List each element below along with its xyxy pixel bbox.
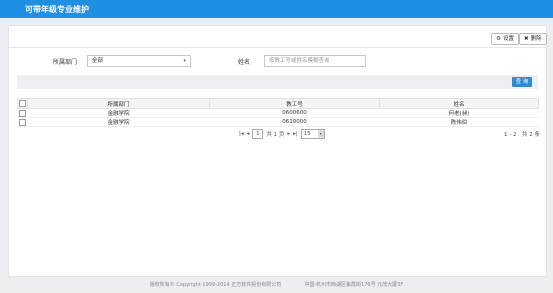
query-button[interactable]: 查 询 (512, 77, 532, 87)
dept-select-value: 全部 (92, 58, 104, 64)
settings-button-label: 设置 (502, 36, 514, 42)
record-summary: 1 - 2 共 2 条 (504, 132, 540, 138)
gear-icon: ⚙ (496, 36, 501, 42)
table-header-row: 所属部门 教工号 姓名 (17, 98, 539, 109)
prev-page-icon[interactable]: ◂ (247, 131, 250, 137)
page-number-input[interactable]: 1 (252, 129, 264, 139)
main-panel: ⚙ 设置 ✖ 删除 所属部门 全部 ▾ 姓名 按教工号或姓名模糊查询 查 询 所… (8, 25, 547, 277)
footer-address: 中国·杭州市西湖区紫霞街176号 元茂大厦3F (304, 282, 404, 288)
top-bar: 可带年级专业维护 (0, 0, 553, 18)
footer-copyright: 版权所有© Copyright 1999-2014 正方软件股份有限公司 (149, 282, 282, 288)
page-size-value: 15 (303, 131, 311, 137)
delete-button-label: 删除 (530, 36, 542, 42)
chevron-down-icon: ▾ (317, 130, 324, 138)
delete-button[interactable]: ✖ 删除 (519, 33, 547, 45)
close-icon: ✖ (524, 36, 529, 42)
footer: 版权所有© Copyright 1999-2014 正方软件股份有限公司 中国·… (0, 281, 553, 288)
teacher-table: 所属部门 教工号 姓名 金融学院 0600600 何老(昶) 金融学院 0610… (17, 98, 539, 127)
row-checkbox[interactable] (19, 118, 26, 126)
next-page-icon[interactable]: ▸ (287, 131, 290, 137)
cell-name: 何老(昶) (379, 108, 539, 118)
column-header[interactable]: 教工号 (209, 98, 380, 109)
column-header[interactable]: 所属部门 (27, 98, 210, 109)
cell-name: 陈伟伯 (379, 117, 539, 127)
page-size-select[interactable]: 15 ▾ (300, 129, 325, 139)
page-title: 可带年级专业维护 (25, 5, 89, 14)
settings-button[interactable]: ⚙ 设置 (491, 33, 519, 45)
column-header[interactable]: 姓名 (379, 98, 539, 109)
total-pages-text: 共 1 页 (266, 132, 285, 138)
cell-id: 0610000 (209, 117, 380, 127)
cell-id: 0600600 (209, 108, 380, 118)
name-label: 姓名 (238, 59, 251, 66)
name-search-input[interactable]: 按教工号或姓名模糊查询 (264, 55, 366, 67)
table-row[interactable]: 金融学院 0610000 陈伟伯 (17, 117, 539, 127)
query-bar: 查 询 (17, 75, 538, 89)
dept-select[interactable]: 全部 ▾ (87, 55, 191, 67)
pagination: |◂ ◂ 1 共 1 页 ▸ ▸| 15 ▾ (239, 129, 325, 139)
first-page-icon[interactable]: |◂ (239, 131, 244, 137)
dept-label: 所属部门 (53, 59, 78, 66)
table-row[interactable]: 金融学院 0600600 何老(昶) (17, 108, 539, 118)
chevron-down-icon: ▾ (183, 58, 186, 64)
select-all-checkbox[interactable] (19, 100, 26, 107)
row-checkbox[interactable] (19, 109, 26, 117)
name-search-placeholder: 按教工号或姓名模糊查询 (269, 58, 330, 64)
select-all-cell[interactable] (17, 98, 28, 109)
cell-dept: 金融学院 (27, 108, 210, 118)
toolbar-divider (9, 47, 546, 48)
cell-dept: 金融学院 (27, 117, 210, 127)
last-page-icon[interactable]: ▸| (293, 131, 298, 137)
